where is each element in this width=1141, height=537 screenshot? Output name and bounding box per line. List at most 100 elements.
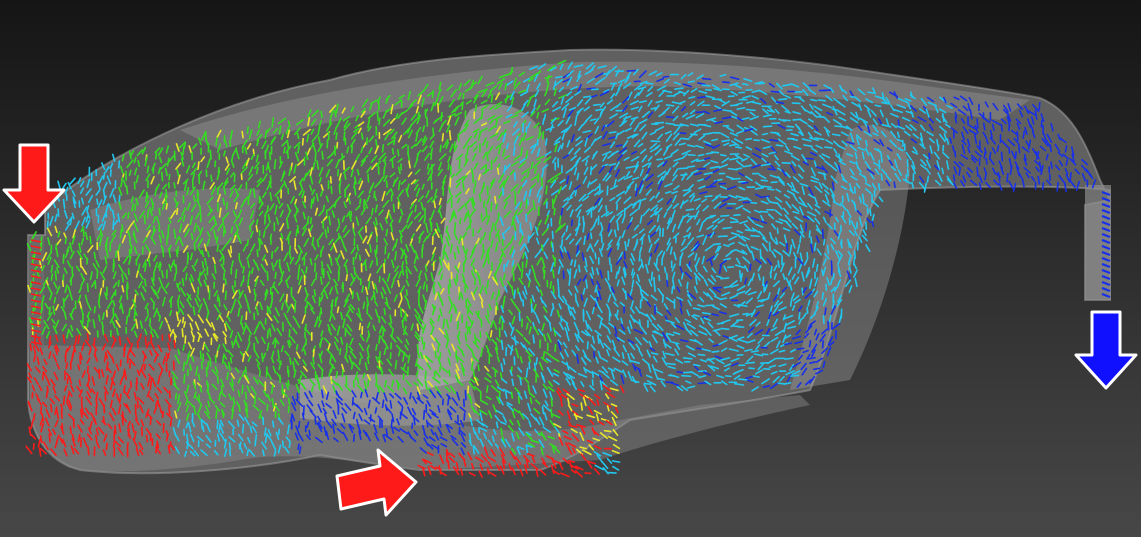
velocity-vector [719,154,727,157]
velocity-vector [102,171,106,180]
velocity-vector [255,224,259,233]
velocity-vector [666,362,676,366]
velocity-vector [676,370,684,374]
velocity-vector [50,273,54,281]
velocity-vector [617,242,620,251]
velocity-vector [391,157,394,169]
velocity-vector [582,222,586,233]
velocity-vector [545,185,548,195]
velocity-vector [312,196,315,205]
velocity-vector [252,187,256,198]
velocity-vector [513,190,517,199]
velocity-vector [145,192,148,203]
velocity-vector [255,218,259,226]
velocity-vector [360,391,363,399]
velocity-vector [375,244,378,255]
velocity-vector [392,203,396,213]
velocity-vector [528,268,531,276]
velocity-vector [634,183,638,191]
velocity-vector [181,316,185,324]
velocity-vector [519,376,523,386]
velocity-vector [432,284,436,295]
velocity-vector [808,230,811,238]
velocity-vector [78,379,82,387]
velocity-vector [271,420,275,428]
velocity-vector [93,305,96,314]
velocity-vector [770,90,781,94]
velocity-vector [405,289,408,296]
velocity-vector [258,241,261,251]
velocity-vector [719,297,728,301]
velocity-vector [551,302,555,310]
velocity-vector [926,175,930,183]
velocity-vector [701,312,711,315]
velocity-vector [822,238,826,246]
velocity-vector [321,260,324,268]
velocity-vector [976,118,979,129]
velocity-vector [759,210,769,213]
velocity-vector [369,243,372,253]
velocity-vector [244,391,248,400]
velocity-vector [767,188,775,191]
velocity-vector [738,269,742,279]
velocity-vector [808,340,812,348]
velocity-vector [64,237,68,245]
velocity-vector [542,117,545,125]
velocity-vector [799,235,802,244]
velocity-vector [985,157,988,165]
velocity-vector [206,250,210,258]
velocity-vector [105,204,109,212]
velocity-vector [777,260,780,269]
velocity-vector [168,333,171,342]
velocity-vector [358,358,362,366]
velocity-vector [486,279,489,289]
velocity-vector [308,429,311,437]
velocity-vector [222,283,225,293]
velocity-vector [405,269,409,280]
velocity-vector [394,359,398,370]
velocity-vector [790,374,800,377]
velocity-vector [399,307,403,318]
velocity-vector [624,290,628,300]
velocity-vector [312,348,315,359]
velocity-vector [542,350,546,358]
velocity-vector [582,95,592,99]
velocity-vector [215,137,218,146]
velocity-vector [360,132,364,140]
velocity-vector [641,235,644,246]
velocity-vector [231,154,234,161]
velocity-vector [474,180,477,188]
velocity-vector [335,370,338,379]
velocity-vector [597,334,600,344]
velocity-vector [321,267,324,276]
velocity-vector [328,215,331,226]
velocity-vector [144,336,147,346]
velocity-vector [424,264,428,272]
velocity-vector [197,373,201,381]
velocity-vector [117,279,120,287]
velocity-vector [246,239,249,247]
velocity-vector [143,214,146,225]
velocity-vector [62,297,65,308]
velocity-vector [458,291,461,301]
velocity-vector [1056,181,1059,192]
velocity-vector [738,378,749,381]
velocity-vector [656,213,660,223]
velocity-vector [268,327,272,337]
velocity-vector [570,219,574,227]
velocity-vector [1014,151,1017,160]
velocity-vector [66,377,69,385]
velocity-vector [287,379,290,387]
velocity-vector [705,152,714,155]
velocity-vector [789,299,793,307]
velocity-vector [490,201,493,212]
velocity-vector [321,368,324,379]
velocity-vector [457,133,460,142]
velocity-vector [158,315,162,322]
velocity-vector [312,356,315,365]
velocity-vector [680,374,692,378]
velocity-vector [590,232,593,240]
velocity-vector [214,354,217,363]
velocity-vector [541,405,545,415]
velocity-vector [154,152,158,160]
